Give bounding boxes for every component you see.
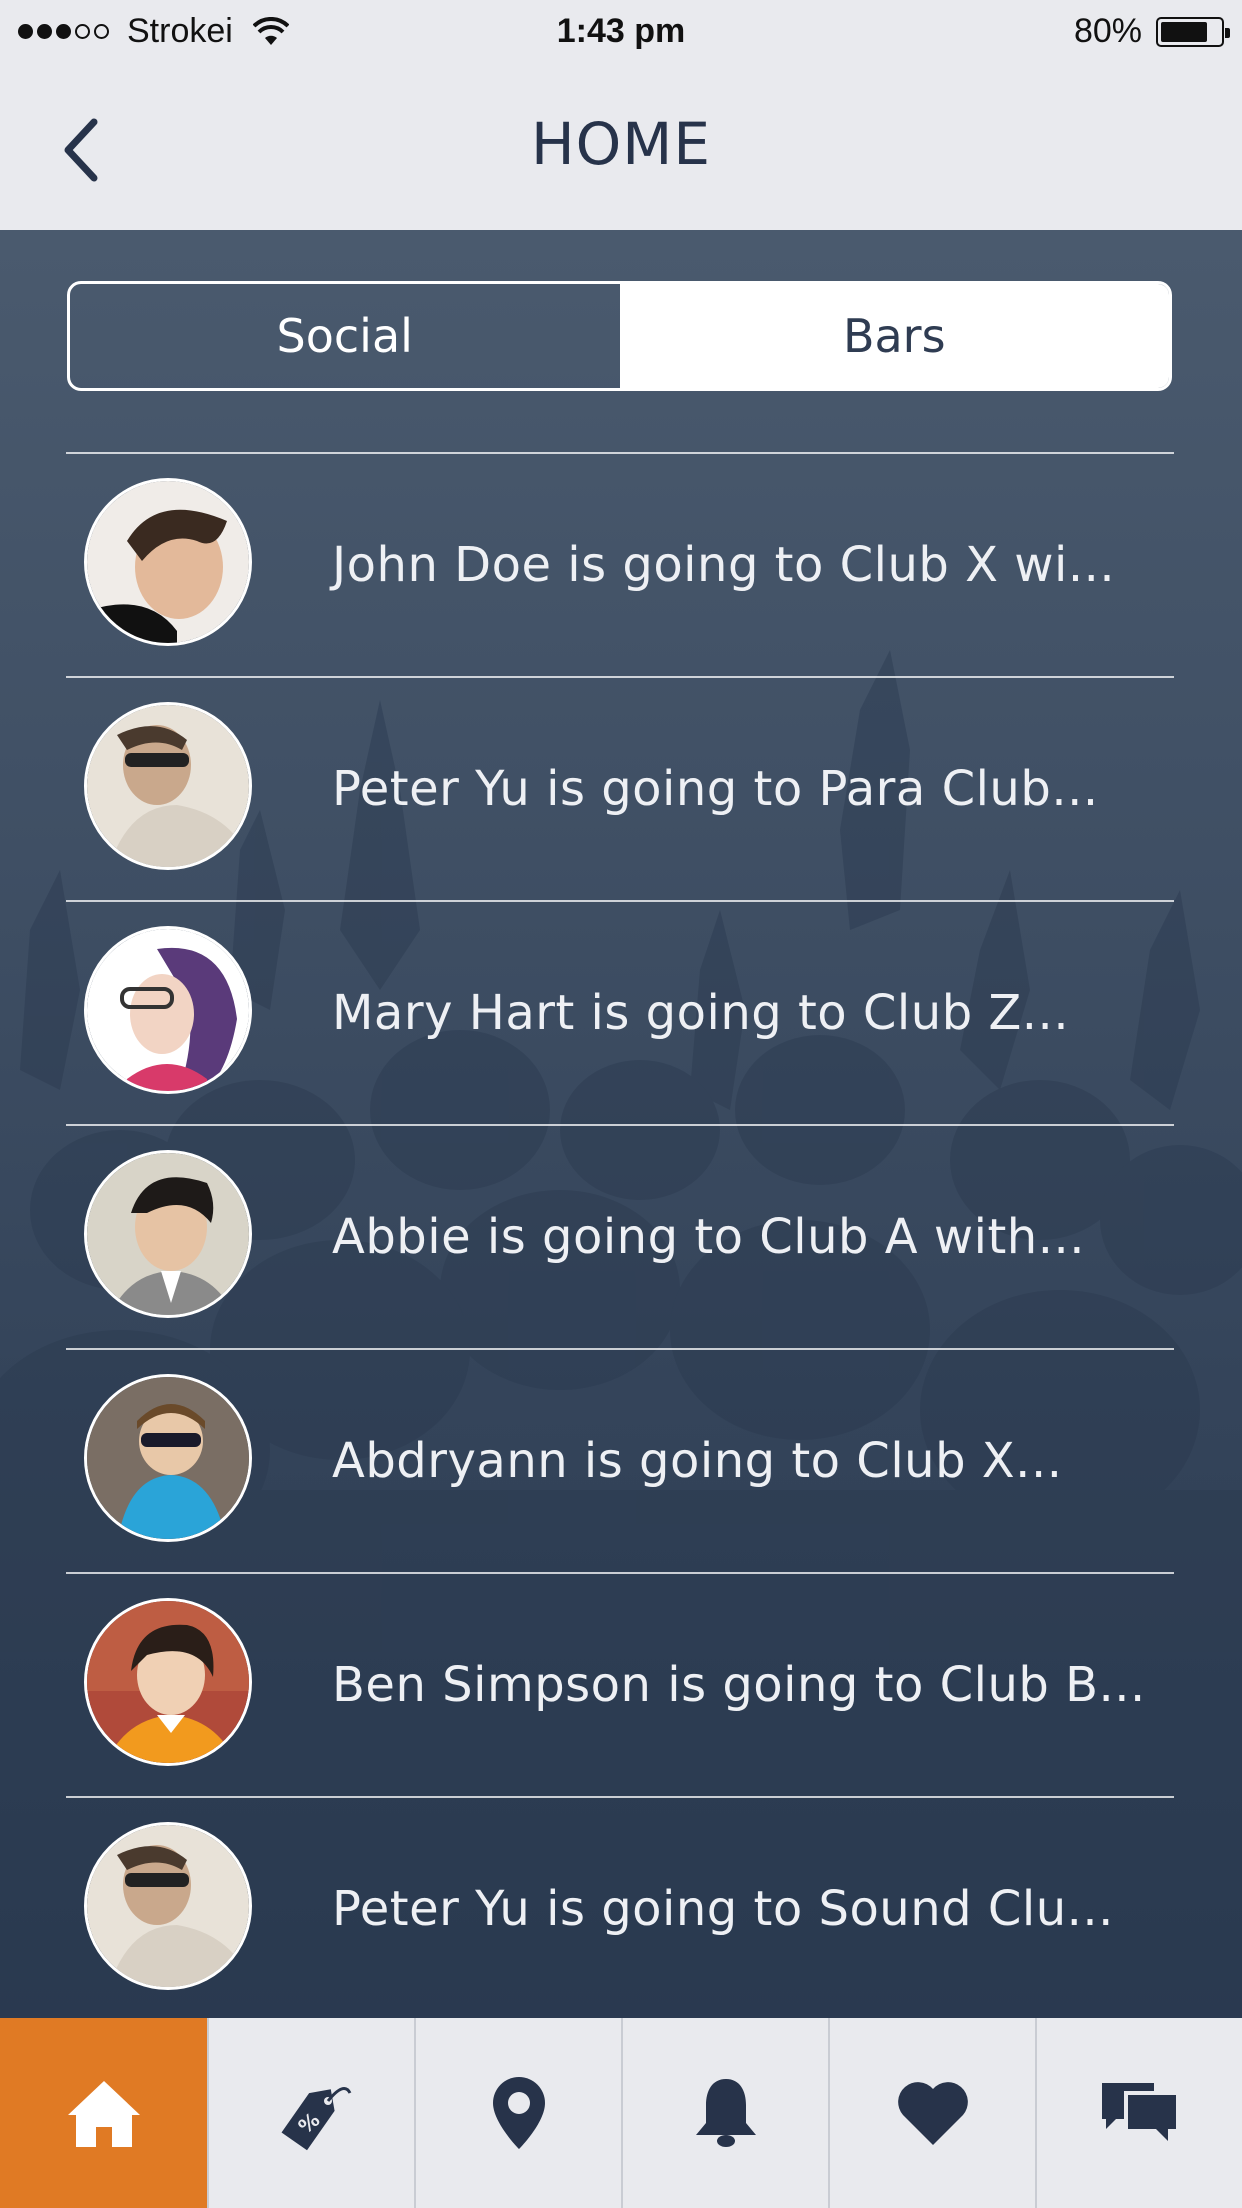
- tab-messages[interactable]: [1035, 2018, 1242, 2208]
- feed-item[interactable]: Peter Yu is going to Para Club...: [66, 676, 1174, 900]
- battery-percentage: 80%: [1073, 12, 1142, 50]
- feed-item[interactable]: Mary Hart is going to Club Z...: [66, 900, 1174, 1124]
- feed-item-text: Abbie is going to Club A with...: [332, 1209, 1085, 1265]
- nav-bar: HOME: [0, 70, 1242, 230]
- clock: 1:43 pm: [556, 12, 686, 50]
- segment-bars[interactable]: Bars: [619, 284, 1169, 388]
- feed-item[interactable]: John Doe is going to Club X wi...: [66, 452, 1174, 676]
- avatar: [84, 702, 252, 870]
- avatar: [84, 1150, 252, 1318]
- avatar: [84, 1822, 252, 1990]
- feed-item-text: Peter Yu is going to Para Club...: [332, 761, 1099, 817]
- avatar: [84, 926, 252, 1094]
- feed-item-text: Abdryann is going to Club X...: [332, 1433, 1063, 1489]
- avatar: [84, 1598, 252, 1766]
- tab-bar: %: [0, 2018, 1242, 2208]
- tab-home[interactable]: [0, 2018, 207, 2208]
- discount-tag-icon: %: [281, 2087, 351, 2151]
- avatar: [84, 478, 252, 646]
- feed-item-text: Mary Hart is going to Club Z...: [332, 985, 1070, 1041]
- chat-bubbles-icon: [1101, 2083, 1176, 2141]
- location-pin-icon: [492, 2077, 545, 2149]
- status-bar: Strokei 1:43 pm 80%: [0, 0, 1242, 70]
- page-title: HOME: [531, 110, 711, 178]
- feed-item[interactable]: Peter Yu is going to Sound Clu...: [66, 1796, 1174, 2018]
- activity-feed: John Doe is going to Club X wi... Peter …: [66, 452, 1174, 2018]
- heart-icon: [897, 2082, 968, 2145]
- tab-location[interactable]: [414, 2018, 621, 2208]
- feed-item[interactable]: Abbie is going to Club A with...: [66, 1124, 1174, 1348]
- tab-deals[interactable]: %: [207, 2018, 414, 2208]
- battery-icon: [1156, 16, 1230, 47]
- segmented-control: Social Bars: [67, 281, 1172, 391]
- avatar: [84, 1374, 252, 1542]
- feed-item[interactable]: Abdryann is going to Club X...: [66, 1348, 1174, 1572]
- status-right: 80%: [1073, 12, 1230, 51]
- feed-item-text: Peter Yu is going to Sound Clu...: [332, 1881, 1114, 1937]
- tab-favorites[interactable]: [828, 2018, 1035, 2208]
- bell-icon: [695, 2079, 756, 2147]
- feed-item-text: Ben Simpson is going to Club B...: [332, 1657, 1146, 1713]
- home-icon: [67, 2081, 140, 2147]
- feed-item-text: John Doe is going to Club X wi...: [332, 537, 1116, 593]
- tab-notifications[interactable]: [621, 2018, 828, 2208]
- feed-item[interactable]: Ben Simpson is going to Club B...: [66, 1572, 1174, 1796]
- main-content: Social Bars John Doe is going to Club X …: [0, 230, 1242, 2018]
- segment-social[interactable]: Social: [70, 284, 620, 388]
